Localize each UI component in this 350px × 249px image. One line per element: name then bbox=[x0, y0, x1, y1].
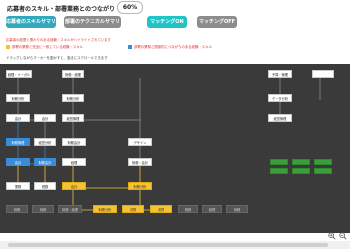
graph-node[interactable]: 経営管理 bbox=[62, 114, 84, 122]
graph-node[interactable] bbox=[314, 168, 332, 174]
graph-node[interactable]: 財務 bbox=[226, 205, 248, 213]
scrollbar-thumb[interactable] bbox=[8, 243, 328, 247]
zoom-out-icon[interactable] bbox=[339, 232, 347, 240]
graph-node[interactable] bbox=[292, 159, 310, 165]
graph-node[interactable]: 会計 bbox=[62, 182, 86, 190]
graph-node[interactable]: 財務会計 bbox=[34, 158, 56, 166]
tab-applicant-skill-summary[interactable]: 応募者のスキルサマリー bbox=[6, 16, 56, 37]
graph-node[interactable]: 財務分析 bbox=[6, 94, 30, 102]
graph-node[interactable]: 経理・リーガル bbox=[6, 70, 32, 78]
matching-off-button[interactable]: マッチングOFF bbox=[197, 16, 237, 28]
graph-node[interactable]: 予算・管理 bbox=[268, 70, 292, 78]
legend-title: 応募者の経歴と関わりのある経験・スキルがハイライトされています bbox=[6, 38, 111, 42]
graph-node[interactable]: 財務・会計 bbox=[128, 158, 152, 166]
graph-node[interactable]: 財務 bbox=[32, 205, 54, 213]
skill-graph-canvas[interactable]: 経理・リーガル 財務・経理 予算・管理 財務分析 財務分析 データ分析 会計 会… bbox=[0, 64, 350, 233]
header: 応募者のスキル・部署業務とのつながり 60% 応募者のスキルサマリー 部署のテク… bbox=[0, 0, 350, 44]
graph-node[interactable] bbox=[292, 168, 310, 174]
legend-item-indirect: 部署の業務と間接的につながりのある経験・スキル bbox=[128, 44, 212, 49]
graph-node[interactable]: 決算 bbox=[150, 205, 172, 213]
graph-node[interactable]: 会計 bbox=[6, 114, 30, 122]
legend-item-exact: 部署の業務と完全に一致している経験・スキル bbox=[6, 44, 83, 49]
graph-node[interactable]: 財務・経理 bbox=[62, 70, 84, 78]
horizontal-scrollbar[interactable] bbox=[0, 241, 350, 249]
graph-node[interactable] bbox=[270, 159, 288, 165]
graph-node[interactable]: 財務分析 bbox=[128, 182, 152, 190]
graph-node[interactable]: 決算 bbox=[122, 205, 144, 213]
graph-node[interactable]: 経理 bbox=[62, 158, 86, 166]
graph-node[interactable]: 税務 bbox=[178, 205, 198, 213]
graph-node[interactable] bbox=[270, 168, 288, 174]
graph-node[interactable]: デザイン bbox=[128, 138, 152, 146]
graph-node[interactable]: 財務会計 bbox=[62, 138, 86, 146]
legend-label-exact: 部署の業務と完全に一致している経験・スキル bbox=[12, 45, 84, 49]
graph-node[interactable] bbox=[312, 70, 334, 78]
legend-label-indirect: 部署の業務と間接的につながりのある経験・スキル bbox=[134, 45, 212, 49]
page-title: 応募者のスキル・部署業務とのつながり bbox=[7, 6, 115, 13]
graph-node[interactable]: 財務 bbox=[6, 205, 28, 213]
graph-node[interactable]: 業務 bbox=[6, 182, 30, 190]
graph-node[interactable]: 財務分析 bbox=[93, 205, 117, 213]
tab-department-technical-summary[interactable]: 部署のテクニカルサマリー bbox=[64, 16, 121, 37]
graph-node[interactable]: 会計 bbox=[6, 158, 30, 166]
graph-node[interactable]: 会計 bbox=[34, 114, 56, 122]
graph-node[interactable]: 財務分析 bbox=[62, 94, 84, 102]
graph-node[interactable]: 税務 bbox=[34, 182, 56, 190]
scroll-hint: ドラッグしながらマーカーを動かすと、宝法にスクロールできます bbox=[6, 56, 108, 60]
match-rate-badge: 60% bbox=[117, 1, 143, 14]
graph-node[interactable]: 財務管理 bbox=[6, 138, 30, 146]
legend-swatch-blue bbox=[128, 45, 132, 49]
graph-node[interactable]: 経営管理 bbox=[268, 114, 292, 122]
graph-node[interactable]: データ分析 bbox=[268, 94, 292, 102]
graph-node[interactable] bbox=[314, 159, 332, 165]
graph-node[interactable]: 財務・経理 bbox=[58, 205, 82, 213]
matching-on-button[interactable]: マッチングON bbox=[147, 16, 187, 28]
legend-swatch-yellow bbox=[6, 45, 10, 49]
graph-node[interactable]: 経営分析 bbox=[34, 138, 56, 146]
graph-node[interactable]: 経理 bbox=[202, 205, 222, 213]
zoom-in-icon[interactable] bbox=[328, 232, 336, 240]
